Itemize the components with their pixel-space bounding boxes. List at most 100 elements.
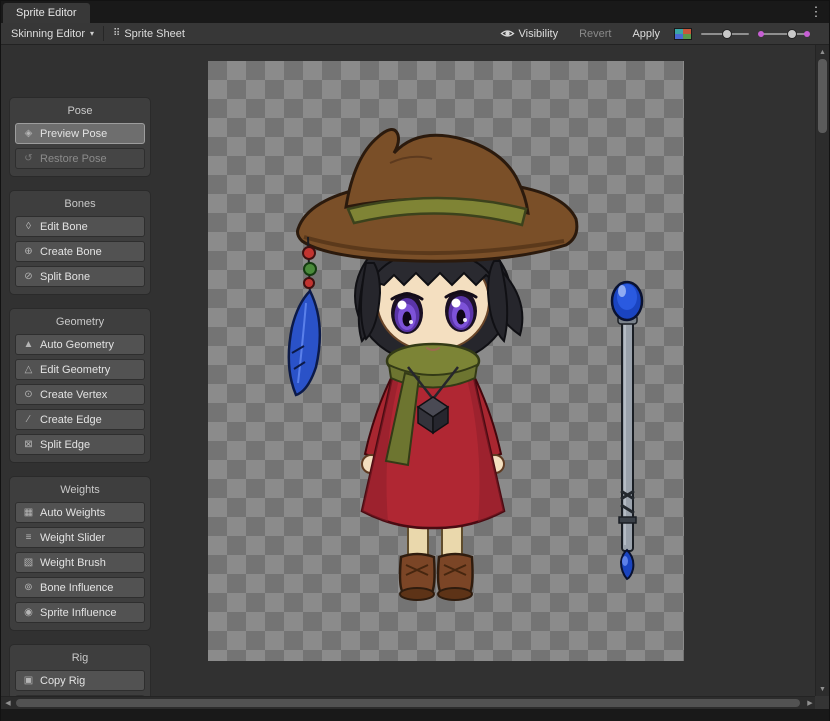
scroll-down-icon[interactable]: ▼ <box>816 683 829 695</box>
sprite-editor-window: Sprite Editor ⋮ Skinning Editor ▾ ⠿ Spri… <box>0 0 830 721</box>
slider-accent-cap <box>804 31 810 37</box>
weights-auto-icon: ▦ <box>22 507 35 518</box>
edge-split-icon: ⊠ <box>22 439 35 450</box>
preview-pose-button[interactable]: ◈ Preview Pose <box>15 123 145 144</box>
editor-mode-label: Skinning Editor <box>11 28 85 40</box>
sprite-influence-icon: ◉ <box>22 607 35 618</box>
sprite-influence-button[interactable]: ◉ Sprite Influence <box>15 602 145 623</box>
tool-button-label: Weight Brush <box>40 557 106 569</box>
slider-knob[interactable] <box>787 29 797 39</box>
panel-pose: Pose ◈ Preview Pose ↺ Restore Pose <box>9 97 151 177</box>
canvas-area: Pose ◈ Preview Pose ↺ Restore Pose Bones… <box>1 45 817 696</box>
tool-button-label: Edit Geometry <box>40 364 110 376</box>
tool-button-label: Sprite Influence <box>40 607 116 619</box>
toolbar-right-group: Visibility Revert Apply <box>493 24 826 44</box>
copy-icon: ▣ <box>22 675 35 686</box>
pose-restore-icon: ↺ <box>22 153 35 164</box>
geometry-edit-icon: △ <box>22 364 35 375</box>
tool-button-label: Create Edge <box>40 414 102 426</box>
apply-button[interactable]: Apply <box>625 24 667 44</box>
tool-button-label: Preview Pose <box>40 128 107 140</box>
auto-geometry-button[interactable]: ▲ Auto Geometry <box>15 334 145 355</box>
editor-mode-dropdown[interactable]: Skinning Editor ▾ <box>4 24 101 44</box>
scroll-up-icon[interactable]: ▲ <box>816 46 829 58</box>
staff-sprite <box>612 282 642 579</box>
vertex-create-icon: ⊙ <box>22 389 35 400</box>
weight-brush-button[interactable]: ▧ Weight Brush <box>15 552 145 573</box>
toolbar-divider <box>103 26 104 41</box>
panel-bones: Bones ◊ Edit Bone ⊕ Create Bone ⊘ Split … <box>9 190 151 295</box>
tool-button-label: Copy Rig <box>40 675 85 687</box>
horizontal-scroll-thumb[interactable] <box>16 699 800 707</box>
tool-button-label: Split Bone <box>40 271 90 283</box>
scroll-left-icon[interactable]: ◀ <box>2 697 14 709</box>
sprite-canvas-art <box>208 61 684 661</box>
tool-button-label: Auto Weights <box>40 507 105 519</box>
sprite-sheet-label: Sprite Sheet <box>124 28 185 40</box>
panel-weights: Weights ▦ Auto Weights ≡ Weight Slider ▧… <box>9 476 151 631</box>
eye-icon <box>500 28 515 39</box>
slider-track <box>760 33 808 35</box>
tool-button-label: Split Edge <box>40 439 90 451</box>
tool-button-label: Create Bone <box>40 246 102 258</box>
create-edge-button[interactable]: ∕ Create Edge <box>15 409 145 430</box>
tab-title: Sprite Editor <box>16 7 77 19</box>
weight-slider-icon: ≡ <box>22 532 35 543</box>
visibility-toggle[interactable]: Visibility <box>493 24 566 44</box>
panel-title: Weights <box>15 482 145 502</box>
bone-create-icon: ⊕ <box>22 246 35 257</box>
tool-button-label: Weight Slider <box>40 532 105 544</box>
edge-create-icon: ∕ <box>22 414 35 425</box>
scrollbar-corner <box>815 696 829 709</box>
panel-geometry: Geometry ▲ Auto Geometry △ Edit Geometry… <box>9 308 151 463</box>
slider-accent-cap <box>758 31 764 37</box>
create-vertex-button[interactable]: ⊙ Create Vertex <box>15 384 145 405</box>
panel-title: Pose <box>15 103 145 123</box>
create-bone-button[interactable]: ⊕ Create Bone <box>15 241 145 262</box>
tool-button-label: Bone Influence <box>40 582 113 594</box>
tool-button-label: Create Vertex <box>40 389 107 401</box>
edit-bone-button[interactable]: ◊ Edit Bone <box>15 216 145 237</box>
auto-weights-button[interactable]: ▦ Auto Weights <box>15 502 145 523</box>
tool-sidebar: Pose ◈ Preview Pose ↺ Restore Pose Bones… <box>9 97 151 696</box>
tab-sprite-editor[interactable]: Sprite Editor <box>3 3 90 23</box>
brush-opacity-slider[interactable] <box>758 27 810 41</box>
copy-rig-button[interactable]: ▣ Copy Rig <box>15 670 145 691</box>
tool-button-label: Edit Bone <box>40 221 88 233</box>
panel-rig: Rig ▣ Copy Rig ▤ Paste Rig <box>9 644 151 696</box>
visibility-label: Visibility <box>519 28 559 40</box>
bone-influence-icon: ⊚ <box>22 582 35 593</box>
chevron-down-icon: ▾ <box>90 29 94 38</box>
panel-title: Rig <box>15 650 145 670</box>
sprite-sheet-grid-icon: ⠿ <box>113 28 120 39</box>
overlay-opacity-slider[interactable] <box>699 27 751 41</box>
tool-button-label: Auto Geometry <box>40 339 114 351</box>
swatch-quad <box>675 34 683 39</box>
window-bottom-strip <box>1 709 829 721</box>
tab-strip: Sprite Editor ⋮ <box>1 1 829 23</box>
kebab-menu-icon[interactable]: ⋮ <box>807 3 825 21</box>
sprite-sheet-button[interactable]: ⠿ Sprite Sheet <box>106 24 192 44</box>
restore-pose-button[interactable]: ↺ Restore Pose <box>15 148 145 169</box>
vertical-scrollbar[interactable]: ▲ ▼ <box>815 45 829 696</box>
edit-geometry-button[interactable]: △ Edit Geometry <box>15 359 145 380</box>
panel-title: Bones <box>15 196 145 216</box>
split-edge-button[interactable]: ⊠ Split Edge <box>15 434 145 455</box>
character-sprite <box>289 129 577 600</box>
horizontal-scrollbar[interactable]: ◀ ▶ <box>1 696 817 709</box>
revert-button[interactable]: Revert <box>572 24 618 44</box>
bone-influence-button[interactable]: ⊚ Bone Influence <box>15 577 145 598</box>
swatch-quad <box>683 34 691 39</box>
overlay-color-swatch[interactable] <box>674 28 692 40</box>
sprite-viewport[interactable] <box>208 61 684 661</box>
slider-knob[interactable] <box>722 29 732 39</box>
bone-split-icon: ⊘ <box>22 271 35 282</box>
split-bone-button[interactable]: ⊘ Split Bone <box>15 266 145 287</box>
geometry-auto-icon: ▲ <box>22 339 35 350</box>
pose-preview-icon: ◈ <box>22 128 35 139</box>
toolbar: Skinning Editor ▾ ⠿ Sprite Sheet Visibil… <box>1 23 829 45</box>
bone-edit-icon: ◊ <box>22 221 35 232</box>
panel-title: Geometry <box>15 314 145 334</box>
weight-slider-button[interactable]: ≡ Weight Slider <box>15 527 145 548</box>
vertical-scroll-thumb[interactable] <box>818 59 827 133</box>
